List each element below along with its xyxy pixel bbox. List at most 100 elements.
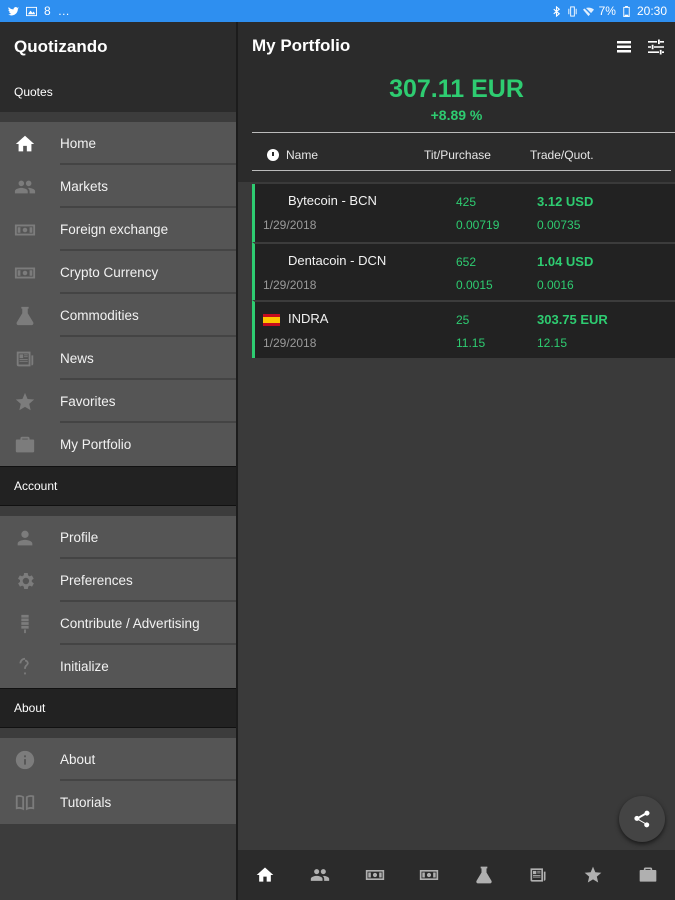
section-header-about: About <box>0 688 236 728</box>
star-icon <box>15 392 35 410</box>
drawer-item-home[interactable]: Home <box>0 122 236 165</box>
status-bar: 8 … 7% 20:30 <box>0 0 675 22</box>
app-title: Quotizando <box>0 22 236 72</box>
table-row[interactable]: Bytecoin - BCN 1/29/2018 425 0.00719 3.1… <box>252 184 675 242</box>
clock-icon[interactable] <box>267 149 279 161</box>
drawer-item-label: Foreign exchange <box>60 222 169 237</box>
drawer-item-favorites[interactable]: Favorites <box>0 380 236 423</box>
gear-icon <box>18 572 34 589</box>
person-icon <box>17 530 33 545</box>
column-header-name[interactable]: Name <box>286 148 318 162</box>
purchase-date: 1/29/2018 <box>263 336 317 350</box>
drawer-item-foreign-exchange[interactable]: Foreign exchange <box>0 208 236 251</box>
purchase-price: 0.0015 <box>456 278 493 292</box>
drawer-item-preferences[interactable]: Preferences <box>0 559 236 602</box>
drawer-item-label: Markets <box>60 179 109 194</box>
purchase-date: 1/29/2018 <box>263 218 317 232</box>
drawer-item-label: Home <box>60 136 97 151</box>
drawer-item-markets[interactable]: Markets <box>0 165 236 208</box>
banknote-icon <box>14 267 36 278</box>
vibrate-icon <box>568 5 577 17</box>
drawer-item-label: Crypto Currency <box>60 265 159 280</box>
home-icon <box>256 867 274 882</box>
filter-settings-icon[interactable] <box>646 37 666 57</box>
home-icon <box>15 135 35 151</box>
nav-home[interactable] <box>238 850 293 900</box>
portfolio-header: My Portfolio 307.11 EUR +8.89 % Name Tit… <box>238 22 675 182</box>
nav-news[interactable] <box>511 850 566 900</box>
coin-stack-icon <box>21 614 29 633</box>
nav-my-portfolio[interactable] <box>620 850 675 900</box>
share-icon <box>634 810 650 828</box>
drawer-item-initialize[interactable]: Initialize <box>0 645 236 688</box>
portfolio-total: 307.11 EUR <box>389 75 524 103</box>
nav-commodities[interactable] <box>457 850 512 900</box>
people-icon <box>14 180 36 193</box>
trade-value: 3.12 USD <box>537 194 594 209</box>
bottom-navigation <box>238 850 675 900</box>
people-icon <box>310 869 330 881</box>
navigation-drawer: Quotizando Quotes Home Markets Foreign e… <box>0 22 236 900</box>
wifi-off-icon <box>582 5 594 17</box>
drawer-item-crypto-currency[interactable]: Crypto Currency <box>0 251 236 294</box>
nav-markets[interactable] <box>293 850 348 900</box>
asset-name: INDRA <box>288 311 329 326</box>
drawer-item-label: News <box>60 351 94 366</box>
quote-price: 12.15 <box>537 336 568 350</box>
drawer-item-label: Favorites <box>60 394 116 409</box>
banknote-icon <box>365 870 384 880</box>
column-header-trade-quot[interactable]: Trade/Quot. <box>530 148 594 162</box>
flask-icon <box>476 866 492 884</box>
table-row[interactable]: Dentacoin - DCN 1/29/2018 652 0.0015 1.0… <box>252 242 675 300</box>
drawer-item-news[interactable]: News <box>0 337 236 380</box>
drawer-item-label: Commodities <box>60 308 139 323</box>
newspaper-icon <box>16 351 34 366</box>
quantity: 425 <box>456 195 477 209</box>
portfolio-list: Bytecoin - BCN 1/29/2018 425 0.00719 3.1… <box>252 184 675 358</box>
image-icon <box>26 6 37 16</box>
drawer-item-commodities[interactable]: Commodities <box>0 294 236 337</box>
drawer-item-label: Contribute / Advertising <box>60 616 200 631</box>
column-header-tit-purchase[interactable]: Tit/Purchase <box>424 148 491 162</box>
nav-crypto-currency[interactable] <box>402 850 457 900</box>
drawer-item-my-portfolio[interactable]: My Portfolio <box>0 423 236 466</box>
portfolio-pane: My Portfolio 307.11 EUR +8.89 % Name Tit… <box>238 22 675 900</box>
quantity: 25 <box>456 313 470 327</box>
briefcase-icon <box>15 436 35 452</box>
quote-price: 0.0016 <box>537 278 574 292</box>
status-left-text: 8 <box>44 4 51 18</box>
page-title: My Portfolio <box>252 36 351 55</box>
trade-value: 303.75 EUR <box>537 312 608 327</box>
battery-icon <box>623 5 630 17</box>
purchase-price: 11.15 <box>456 336 486 350</box>
drawer-item-label: About <box>60 752 96 767</box>
list-view-icon[interactable] <box>614 37 634 57</box>
question-icon <box>19 657 29 674</box>
drawer-item-profile[interactable]: Profile <box>0 516 236 559</box>
drawer-item-tutorials[interactable]: Tutorials <box>0 781 236 824</box>
banknote-icon <box>14 224 36 235</box>
briefcase-icon <box>639 867 657 882</box>
purchase-date: 1/29/2018 <box>263 278 317 292</box>
bluetooth-icon <box>553 5 560 17</box>
newspaper-icon <box>530 868 546 882</box>
section-header-quotes: Quotes <box>0 72 236 112</box>
drawer-item-label: Preferences <box>60 573 133 588</box>
nav-favorites[interactable] <box>566 850 621 900</box>
drawer-item-contribute-advertising[interactable]: Contribute / Advertising <box>0 602 236 645</box>
spain-flag-icon <box>263 314 280 326</box>
clock-time: 20:30 <box>636 4 667 18</box>
nav-foreign-exchange[interactable] <box>347 850 402 900</box>
star-icon <box>584 866 602 883</box>
book-icon <box>15 794 35 810</box>
drawer-item-label: Initialize <box>60 659 109 674</box>
drawer-item-label: My Portfolio <box>60 437 132 452</box>
portfolio-change: +8.89 % <box>430 107 483 123</box>
section-header-account: Account <box>0 466 236 506</box>
table-row[interactable]: INDRA 1/29/2018 25 11.15 303.75 EUR 12.1… <box>252 300 675 358</box>
asset-name: Dentacoin - DCN <box>288 253 387 268</box>
purchase-price: 0.00719 <box>456 218 500 232</box>
quote-price: 0.00735 <box>537 218 581 232</box>
share-button[interactable] <box>619 796 665 842</box>
drawer-item-about[interactable]: About <box>0 738 236 781</box>
